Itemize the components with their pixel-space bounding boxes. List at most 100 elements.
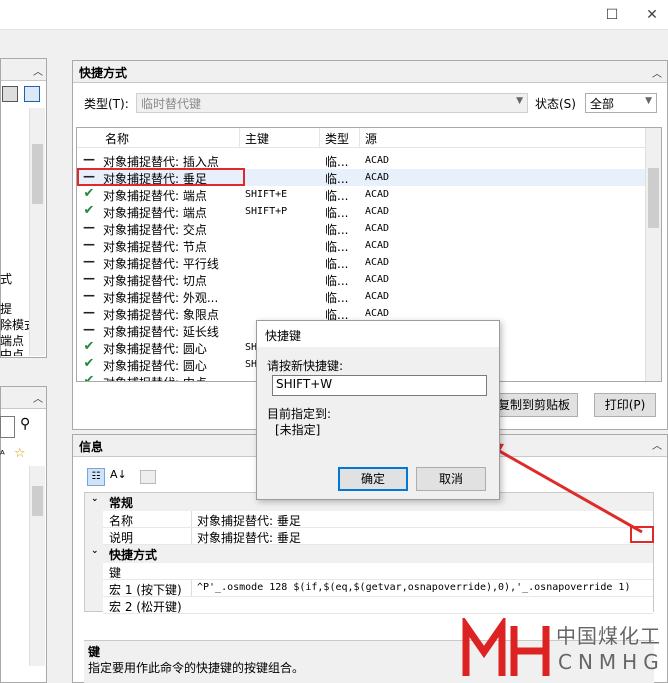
- cell-name: 对象捕捉替代: 端点: [103, 189, 207, 203]
- status-label: 状态(S): [535, 97, 576, 111]
- left-collapse-icon[interactable]: ︿: [31, 66, 45, 80]
- table-row[interactable]: ✔ 对象捕捉替代: 端点 SHIFT+P 临... ACAD: [77, 203, 647, 220]
- shortcuts-panel-title: 快捷方式: [73, 61, 667, 83]
- left-bottom-collapse-icon[interactable]: ︿: [31, 393, 45, 407]
- status-select-value: 全部: [590, 97, 615, 111]
- window-titlebar: [0, 0, 668, 30]
- dash-icon: —: [83, 237, 95, 251]
- close-icon[interactable]: ✕: [642, 5, 662, 25]
- left-bottom-scrollbar[interactable]: [29, 466, 45, 666]
- left-fragment-3: 除模式: [0, 318, 29, 332]
- table-row[interactable]: ✔ 对象捕捉替代: 端点 SHIFT+E 临... ACAD: [77, 186, 647, 203]
- cell-source: ACAD: [365, 206, 390, 217]
- column-name[interactable]: 名称: [105, 130, 129, 147]
- cell-source: ACAD: [365, 257, 390, 268]
- left-fragment-1: 式: [0, 272, 13, 286]
- assigned-label: 目前指定到:: [267, 407, 332, 421]
- cell-type: 临...: [325, 274, 349, 288]
- cancel-button[interactable]: 取消: [416, 467, 486, 491]
- dash-icon: —: [83, 322, 95, 336]
- column-source[interactable]: 源: [365, 130, 377, 147]
- table-row[interactable]: — 对象捕捉替代: 平行线 临... ACAD: [77, 254, 647, 271]
- cell-key: SHIFT+E: [245, 189, 288, 200]
- cnmhg-logo-icon: [462, 618, 550, 676]
- description-title: 键: [88, 645, 101, 659]
- left-search-input[interactable]: [0, 416, 15, 438]
- copy-to-clipboard-button[interactable]: 复制到剪贴板: [490, 393, 578, 417]
- filter-icon[interactable]: ᴬ: [0, 448, 5, 461]
- type-select-value: 临时替代键: [141, 97, 202, 111]
- table-row[interactable]: — 对象捕捉替代: 插入点 临... ACAD: [77, 152, 647, 169]
- shortcut-list-header: 名称 主键 类型 源: [77, 128, 661, 148]
- dash-icon: —: [83, 152, 95, 166]
- type-select[interactable]: 临时替代键 ▼: [136, 93, 528, 113]
- prop-row-macro-1[interactable]: 宏 1 (按下键) ^P'_.osmode 128 $(if,$(eq,$(ge…: [103, 580, 653, 597]
- chevron-down-icon: ▼: [645, 96, 652, 106]
- cell-type: 临...: [325, 291, 349, 305]
- cell-source: ACAD: [365, 223, 390, 234]
- cell-key: SHIFT+P: [245, 206, 288, 217]
- column-type[interactable]: 类型: [325, 130, 349, 147]
- check-icon: ✔: [83, 203, 95, 218]
- cell-name: 对象捕捉替代: 交点: [103, 223, 207, 237]
- table-row[interactable]: — 对象捕捉替代: 交点 临... ACAD: [77, 220, 647, 237]
- cell-type: 临...: [325, 257, 349, 271]
- maximize-icon[interactable]: ☐: [602, 5, 622, 25]
- cell-source: ACAD: [365, 172, 390, 183]
- cell-type: 临...: [325, 206, 349, 220]
- cell-name: 对象捕捉替代: 圆心: [103, 359, 207, 373]
- type-label: 类型(T):: [84, 97, 129, 111]
- new-shortcut-input[interactable]: SHIFT+W: [272, 375, 487, 396]
- watermark-en: CNMHG: [558, 650, 665, 674]
- selected-row-highlight: [77, 168, 245, 186]
- save-icon[interactable]: [2, 86, 18, 102]
- cell-type: 临...: [325, 240, 349, 254]
- list-scrollbar[interactable]: [645, 128, 661, 381]
- cell-name: 对象捕捉替代: 象限点: [103, 308, 219, 322]
- cell-name: 对象捕捉替代: 切点: [103, 274, 207, 288]
- description-text: 指定要用作此命令的快捷键的按键组合。: [88, 661, 305, 675]
- dash-icon: —: [83, 220, 95, 234]
- table-row[interactable]: — 对象捕捉替代: 节点 临... ACAD: [77, 237, 647, 254]
- table-row[interactable]: — 对象捕捉替代: 切点 临... ACAD: [77, 271, 647, 288]
- column-key[interactable]: 主键: [245, 130, 269, 147]
- categorized-view-icon[interactable]: ☷: [87, 468, 105, 486]
- left-fragment-2: 提: [0, 302, 13, 316]
- ok-button[interactable]: 确定: [338, 467, 408, 491]
- group-shortcut[interactable]: ⌄ 快捷方式: [85, 545, 653, 563]
- prop-row-key[interactable]: 键: [103, 563, 653, 580]
- dialog-title: 快捷键: [257, 321, 499, 347]
- search-icon[interactable]: ⚲: [20, 416, 30, 432]
- shortcut-key-dialog: 快捷键 请按新快捷键: SHIFT+W 目前指定到: [未指定] 确定 取消: [256, 320, 500, 500]
- cell-type: 临...: [325, 155, 349, 169]
- dash-icon: —: [83, 288, 95, 302]
- cell-name: 对象捕捉替代: 平行线: [103, 257, 219, 271]
- sort-alpha-icon[interactable]: A↓: [110, 468, 127, 481]
- left-scrollbar[interactable]: [29, 108, 45, 356]
- cell-name: 对象捕捉替代: 外观...: [103, 291, 219, 305]
- save-as-icon[interactable]: [24, 86, 40, 102]
- dialog-prompt: 请按新快捷键:: [267, 359, 344, 373]
- cell-name: 对象捕捉替代: 延长线: [103, 325, 219, 339]
- prop-row-macro-2[interactable]: 宏 2 (松开键): [103, 597, 653, 614]
- favorite-icon[interactable]: ☆: [14, 446, 26, 461]
- print-button[interactable]: 打印(P): [594, 393, 656, 417]
- check-icon: ✔: [83, 339, 95, 354]
- cell-source: ACAD: [365, 274, 390, 285]
- table-row[interactable]: — 对象捕捉替代: 外观... 临... ACAD: [77, 288, 647, 305]
- assigned-value: [未指定]: [275, 423, 321, 437]
- status-select[interactable]: 全部 ▼: [585, 93, 657, 113]
- check-icon: ✔: [83, 356, 95, 371]
- cell-name: 对象捕捉替代: 中点: [103, 374, 207, 381]
- cell-source: ACAD: [365, 155, 390, 166]
- info-collapse-icon[interactable]: ︿: [650, 440, 664, 454]
- new-shortcut-value: SHIFT+W: [276, 377, 333, 391]
- cell-type: 临...: [325, 189, 349, 203]
- cell-name: 对象捕捉替代: 端点: [103, 206, 207, 220]
- shortcuts-collapse-icon[interactable]: ︿: [650, 68, 664, 82]
- dash-icon: —: [83, 271, 95, 285]
- cell-source: ACAD: [365, 240, 390, 251]
- cell-type: 临...: [325, 172, 349, 186]
- property-pages-icon[interactable]: [140, 470, 156, 484]
- chevron-down-icon: ▼: [516, 96, 523, 106]
